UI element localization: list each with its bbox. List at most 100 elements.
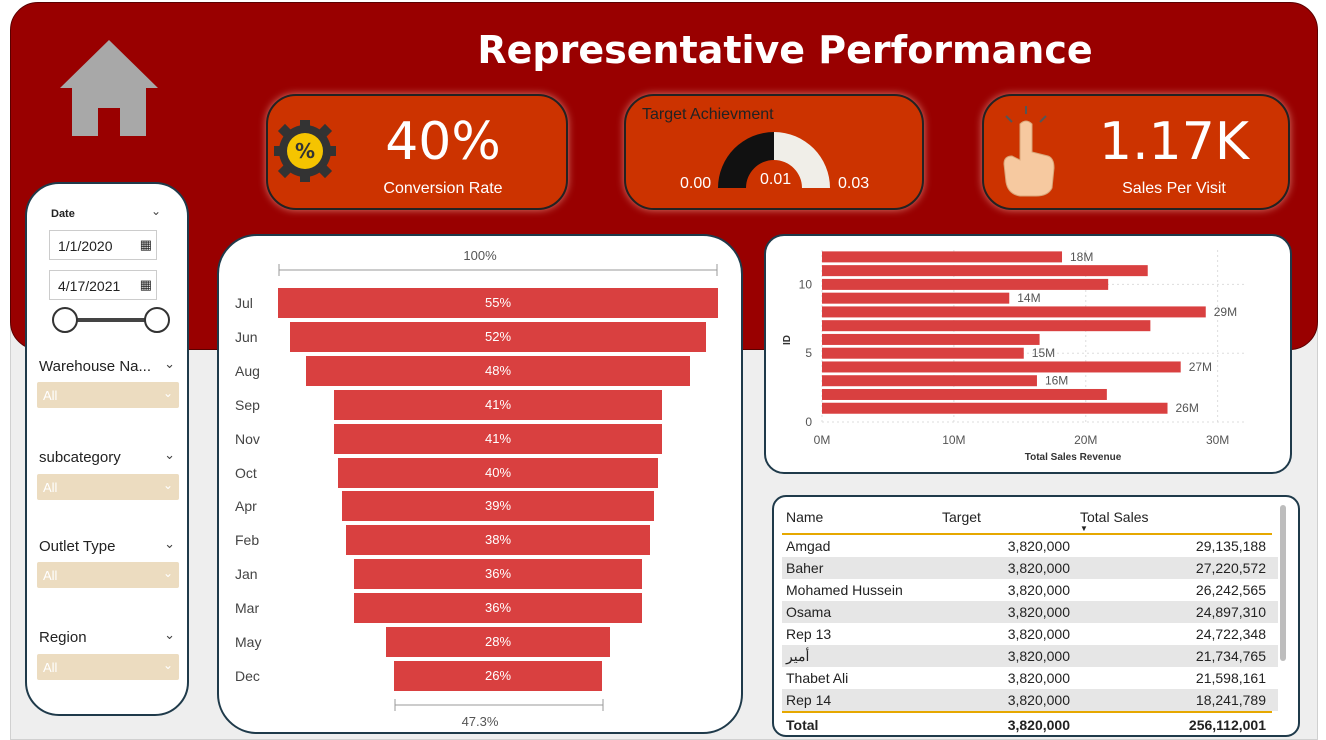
table-header-total-sales[interactable]: Total Sales [1080, 509, 1148, 525]
cell-name: Baher [786, 560, 824, 576]
bar[interactable] [822, 320, 1151, 332]
funnel-bar[interactable]: 41% [334, 389, 662, 420]
funnel-bar-label: 36% [484, 566, 512, 582]
funnel-bar[interactable]: 38% [346, 525, 650, 556]
table-row[interactable]: Thabet Ali 3,820,000 21,598,161 [782, 667, 1278, 689]
cell-target: 3,820,000 [1007, 648, 1070, 664]
x-tick-label: 0M [814, 433, 831, 447]
sales-per-visit-value: 1.17K [1099, 112, 1249, 172]
chevron-down-icon[interactable]: ⌄ [164, 536, 175, 552]
table-row[interactable]: Baher 3,820,000 27,220,572 [782, 557, 1278, 579]
funnel-bar[interactable]: 52% [290, 321, 706, 352]
sales-revenue-bar-chart: 0M 10M 20M 30M 0 5 10 Total Sales Revenue ID 18M 1… [782, 250, 1244, 463]
funnel-bar-label: 41% [484, 396, 512, 412]
warehouse-dropdown[interactable]: All ⌄ [37, 382, 179, 408]
date-slicer-label: Date [51, 208, 75, 220]
funnel-bar[interactable]: 55% [278, 288, 718, 318]
home-icon[interactable] [58, 38, 160, 140]
funnel-month-label: Feb [235, 532, 260, 549]
chevron-down-icon[interactable]: ⌄ [164, 356, 175, 372]
bar[interactable] [822, 251, 1063, 263]
funnel-chart-panel: 100% Jul 55% Jun 52% Aug 48% Sep 41% Nov 41% Oct 40… [217, 234, 743, 734]
bar-data-label: 14M [1017, 291, 1040, 305]
funnel-bar[interactable]: 40% [338, 457, 658, 488]
bar-data-label: 16M [1045, 374, 1068, 388]
bar[interactable] [822, 361, 1181, 373]
chevron-down-icon[interactable]: ⌄ [163, 478, 173, 492]
x-axis-label: Total Sales Revenue [1025, 452, 1122, 463]
outlet-type-slicer-label: Outlet Type [39, 538, 116, 555]
table-row[interactable]: Osama 3,820,000 24,897,310 [782, 601, 1278, 623]
chevron-down-icon[interactable]: ⌄ [164, 447, 175, 463]
start-date-input[interactable]: 1/1/2020 ▦ [49, 230, 157, 260]
cell-total-sales: 18,241,789 [1195, 692, 1266, 708]
total-divider [782, 711, 1272, 713]
cell-target: 3,820,000 [1007, 560, 1070, 576]
funnel-bottom-bracket [394, 699, 604, 711]
bar[interactable] [822, 402, 1168, 414]
funnel-bar-label: 38% [484, 532, 512, 548]
funnel-bar-label: 55% [484, 295, 512, 310]
funnel-bar[interactable]: 39% [342, 491, 654, 522]
y-tick-label: 0 [805, 415, 812, 429]
funnel-bar[interactable]: 36% [354, 593, 642, 624]
page-title: Representative Performance [477, 28, 1093, 72]
chevron-down-icon[interactable]: ⌄ [163, 566, 173, 580]
x-tick-label: 30M [1206, 433, 1229, 447]
table-scrollbar[interactable] [1280, 505, 1286, 661]
bar[interactable] [822, 375, 1037, 387]
table-header-name[interactable]: Name [786, 509, 823, 525]
funnel-bar[interactable]: 26% [394, 660, 602, 691]
cell-name: Thabet Ali [786, 670, 849, 686]
date-range-slider[interactable] [51, 306, 171, 336]
outlet-type-dropdown[interactable]: All ⌄ [37, 562, 179, 588]
funnel-bar-label: 48% [484, 362, 512, 378]
calendar-icon[interactable]: ▦ [140, 237, 152, 253]
bar[interactable] [822, 347, 1024, 359]
cell-total-sales: 21,598,161 [1195, 670, 1266, 686]
funnel-bar[interactable]: 36% [354, 559, 642, 590]
bar[interactable] [822, 265, 1148, 277]
funnel-bar-label: 26% [484, 667, 512, 683]
target-kpi-card: Target Achievment 0.00 0.01 0.03 [624, 94, 924, 210]
chevron-down-icon[interactable]: ⌄ [163, 658, 173, 672]
region-dropdown[interactable]: All ⌄ [37, 654, 179, 680]
table-row[interactable]: Mohamed Hussein 3,820,000 26,242,565 [782, 579, 1278, 601]
funnel-bar[interactable]: 28% [386, 627, 610, 657]
bar-data-label: 18M [1070, 250, 1093, 264]
funnel-bar[interactable]: 48% [306, 355, 690, 386]
bar[interactable] [822, 278, 1109, 290]
funnel-month-label: Aug [235, 362, 260, 379]
chevron-down-icon[interactable]: ⌄ [164, 627, 175, 643]
table-row[interactable]: Rep 13 3,820,000 24,722,348 [782, 623, 1278, 645]
cell-total-sales: 24,897,310 [1195, 604, 1266, 620]
bar[interactable] [822, 292, 1010, 304]
chevron-down-icon[interactable]: ⌄ [163, 386, 173, 400]
percent-gear-icon: % [274, 120, 336, 182]
cell-name: Osama [786, 604, 832, 620]
cell-target: 3,820,000 [1007, 670, 1070, 686]
conversion-label: Conversion Rate [383, 180, 503, 197]
bar[interactable] [822, 306, 1206, 318]
cell-name: Mohamed Hussein [786, 582, 903, 598]
table-row[interactable]: Rep 14 3,820,000 18,241,789 [782, 689, 1278, 711]
funnel-bar[interactable]: 41% [334, 423, 662, 454]
chevron-down-icon[interactable]: ⌄ [151, 204, 161, 218]
sort-desc-icon: ▼ [1080, 524, 1088, 533]
gauge-min: 0.00 [680, 175, 712, 192]
bar[interactable] [822, 388, 1107, 400]
funnel-top-bracket [278, 264, 718, 276]
calendar-icon[interactable]: ▦ [140, 277, 152, 293]
gauge-value: 0.01 [760, 171, 792, 188]
table-row[interactable]: أمير 3,820,000 21,734,765 [782, 645, 1278, 667]
subcategory-dropdown[interactable]: All ⌄ [37, 474, 179, 500]
cell-target: 3,820,000 [1007, 538, 1070, 554]
table-header-target[interactable]: Target [942, 509, 981, 525]
y-axis-label: ID [782, 335, 793, 345]
end-date-input[interactable]: 4/17/2021 ▦ [49, 270, 157, 300]
x-tick-label: 10M [942, 433, 965, 447]
bar[interactable] [822, 333, 1040, 345]
table-row[interactable]: Amgad 3,820,000 29,135,188 [782, 535, 1278, 557]
bar-data-label: 15M [1032, 346, 1055, 360]
target-label: Target Achievment [642, 106, 774, 123]
